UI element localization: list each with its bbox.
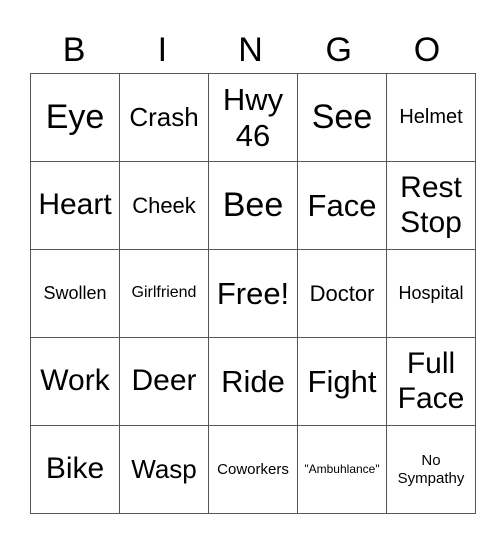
- bingo-cell[interactable]: Cheek: [119, 161, 209, 250]
- bingo-cell[interactable]: Full Face: [386, 337, 476, 426]
- bingo-cell[interactable]: Bee: [208, 161, 298, 250]
- bingo-cell[interactable]: "Ambuhlance": [297, 425, 387, 514]
- grid-row: Work Deer Ride Fight Full Face: [30, 337, 476, 426]
- header-letter-o: O: [413, 31, 441, 69]
- bingo-cell[interactable]: See: [297, 73, 387, 162]
- bingo-cell[interactable]: Rest Stop: [386, 161, 476, 250]
- header-letter-i: I: [157, 31, 168, 69]
- bingo-cell[interactable]: Face: [297, 161, 387, 250]
- grid-row: Heart Cheek Bee Face Rest Stop: [30, 161, 476, 250]
- bingo-cell[interactable]: Crash: [119, 73, 209, 162]
- bingo-cell[interactable]: Fight: [297, 337, 387, 426]
- bingo-cell[interactable]: Hospital: [386, 249, 476, 338]
- bingo-cell[interactable]: Girlfriend: [119, 249, 209, 338]
- bingo-cell[interactable]: Hwy 46: [208, 73, 298, 162]
- header-letter-b: B: [62, 31, 86, 69]
- bingo-header: B I N G O: [30, 28, 471, 72]
- header-letter-g: G: [325, 31, 352, 69]
- grid-row: Bike Wasp Coworkers "Ambuhlance" No Symp…: [30, 425, 476, 514]
- bingo-cell[interactable]: Doctor: [297, 249, 387, 338]
- bingo-cell[interactable]: Ride: [208, 337, 298, 426]
- header-letter-n: N: [238, 31, 263, 69]
- bingo-cell[interactable]: Swollen: [30, 249, 120, 338]
- bingo-cell[interactable]: Coworkers: [208, 425, 298, 514]
- bingo-card-grid: Eye Crash Hwy 46 See Helmet Heart Cheek …: [30, 73, 476, 514]
- grid-row: Eye Crash Hwy 46 See Helmet: [30, 73, 476, 162]
- bingo-cell[interactable]: Helmet: [386, 73, 476, 162]
- bingo-cell-free[interactable]: Free!: [208, 249, 298, 338]
- bingo-cell[interactable]: Wasp: [119, 425, 209, 514]
- bingo-cell[interactable]: Work: [30, 337, 120, 426]
- bingo-cell[interactable]: Bike: [30, 425, 120, 514]
- bingo-cell[interactable]: No Sympathy: [386, 425, 476, 514]
- bingo-cell[interactable]: Eye: [30, 73, 120, 162]
- bingo-cell[interactable]: Heart: [30, 161, 120, 250]
- grid-row: Swollen Girlfriend Free! Doctor Hospital: [30, 249, 476, 338]
- bingo-cell[interactable]: Deer: [119, 337, 209, 426]
